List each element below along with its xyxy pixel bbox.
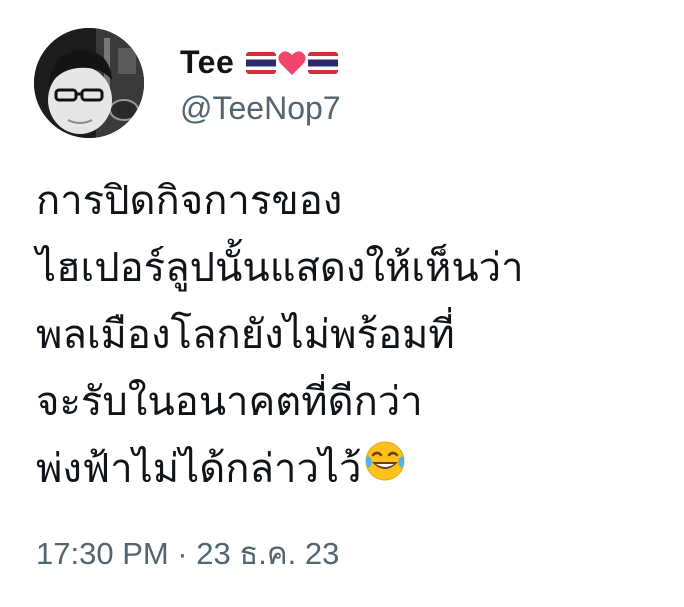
tweet-text-line: จะรับในอนาคตที่ดีกว่า — [36, 369, 656, 436]
display-name[interactable]: Tee — [180, 44, 234, 81]
tweet-text-line: ไฮเปอร์ลูปนั้นแสดงให้เห็นว่า — [36, 235, 656, 302]
tweet-text-line: การปิดกิจการของ — [36, 168, 656, 235]
tweet-text-line-1: การปิดกิจการของ — [36, 178, 343, 224]
tweet-text-line-2: ไฮเปอร์ลูปนั้นแสดงให้เห็นว่า — [36, 245, 524, 291]
user-handle[interactable]: @TeeNop7 — [180, 90, 341, 127]
tweet-text-line: พลเมืองโลกยังไม่พร้อมที่ — [36, 302, 656, 369]
avatar-photo — [34, 28, 144, 138]
tweet-text-line-3: พลเมืองโลกยังไม่พร้อมที่ — [36, 312, 455, 358]
tweet-timestamp[interactable]: 17:30 PM · 23 ธ.ค. 23 — [36, 528, 339, 578]
tweet-text: การปิดกิจการของ ไฮเปอร์ลูปนั้นแสดงให้เห็… — [36, 168, 656, 503]
tweet-text-line: พ่งฟ้าไม่ได้กล่าวไว้ — [36, 436, 656, 503]
tweet-text-line-4: จะรับในอนาคตที่ดีกว่า — [36, 379, 423, 425]
tweet-header: Tee @TeeNop7 — [34, 28, 341, 138]
tweet-text-line-5: พ่งฟ้าไม่ได้กล่าวไว้ — [36, 446, 362, 492]
tweet-card: Tee @TeeNop7 การปิดกิจการของ ไฮเปอร์ลูปน… — [0, 0, 684, 607]
face-with-tears-of-joy-icon — [364, 436, 406, 503]
user-names: Tee @TeeNop7 — [180, 40, 341, 127]
display-name-row: Tee — [180, 40, 341, 86]
heart-icon — [278, 50, 306, 75]
name-emojis — [246, 50, 340, 76]
avatar[interactable] — [34, 28, 144, 138]
thailand-flag-icon — [246, 51, 277, 74]
thailand-flag-icon — [308, 51, 339, 74]
